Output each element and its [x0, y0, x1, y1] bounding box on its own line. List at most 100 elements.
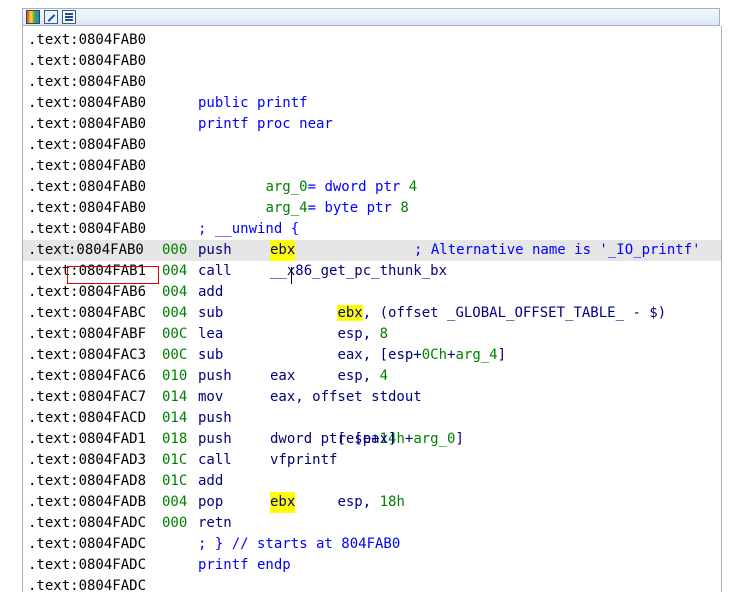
edit-icon[interactable]	[44, 10, 58, 24]
current-listing-line[interactable]: .text :0804FAB0 000 push ebx ; Alternati…	[23, 240, 721, 261]
line-address: .text:0804FAB0	[28, 137, 147, 153]
line-address: .text:0804FAB0	[28, 221, 147, 237]
listing-line[interactable]: .text:0804FADC printf endp	[23, 555, 721, 576]
listing-line[interactable]: .text:0804FAB0 public printf	[23, 93, 721, 114]
view-toolbar	[22, 8, 720, 26]
listing-line[interactable]: .text:0804FAB0	[23, 30, 721, 51]
stack-offset: 01C	[162, 452, 188, 468]
line-address: .text:0804FAC6	[28, 368, 147, 384]
line-address: .text:0804FAD3	[28, 452, 147, 468]
mnemonic[interactable]: mov	[198, 387, 223, 408]
public-directive[interactable]: public printf	[198, 93, 308, 114]
listing-line[interactable]: .text:0804FADC 000 retn	[23, 513, 721, 534]
mnemonic[interactable]: pop	[198, 492, 223, 513]
line-address: .text:0804FABC	[28, 305, 147, 321]
operand[interactable]: vfprintf	[270, 450, 337, 471]
operand[interactable]: eax	[270, 366, 295, 387]
listing-icon[interactable]	[62, 10, 76, 24]
line-address: .text:0804FADB	[28, 494, 147, 510]
stack-offset: 004	[162, 284, 188, 300]
line-address: .text:0804FACD	[28, 410, 147, 426]
listing-line[interactable]: .text:0804FAB6 004 add ebx, (offset _GLO…	[23, 282, 721, 321]
line-address: .text:0804FAC3	[28, 347, 147, 363]
listing-line[interactable]: .text:0804FAB0	[23, 198, 721, 219]
palette-icon[interactable]	[26, 10, 40, 24]
listing-line[interactable]: .text:0804FAB0 printf proc near	[23, 114, 721, 135]
mnemonic[interactable]: push	[198, 366, 232, 387]
operand-highlighted[interactable]: ebx	[270, 240, 296, 261]
line-address: .text:0804FAB0	[28, 53, 147, 69]
mnemonic[interactable]: push	[198, 408, 232, 429]
listing-line[interactable]: .text:0804FAB0 ; __unwind {	[23, 219, 721, 240]
listing-line[interactable]: .text:0804FACD 014 push [esp+14h+arg_0]	[23, 408, 721, 447]
proc-directive[interactable]: printf proc near	[198, 114, 333, 135]
stack-offset: 000	[162, 515, 188, 531]
stack-offset: 010	[162, 368, 188, 384]
line-address: .text:0804FAB6	[28, 284, 147, 300]
listing-line[interactable]: .text:0804FAC3 00C sub esp, 4	[23, 345, 721, 384]
line-address: .text:0804FAB0	[28, 95, 147, 111]
stack-offset: 004	[162, 305, 188, 321]
line-comment: ; Alternative name is '_IO_printf'	[414, 242, 701, 258]
listing-line[interactable]: .text:0804FAB0 arg_4= byte ptr 8	[23, 177, 721, 216]
mnemonic[interactable]: add	[198, 282, 223, 303]
listing-line[interactable]: .text:0804FAB0	[23, 72, 721, 93]
mnemonic[interactable]: retn	[198, 513, 232, 534]
mnemonic[interactable]: lea	[198, 324, 223, 345]
line-address: .text:0804FAB0	[28, 74, 147, 90]
mnemonic[interactable]: call	[198, 261, 232, 282]
listing-line[interactable]: .text:0804FAD3 01C call vfprintf	[23, 450, 721, 471]
listing-line[interactable]: .text:0804FAD8 01C add esp, 18h	[23, 471, 721, 510]
operand[interactable]: dword ptr [eax]	[270, 429, 396, 450]
line-address: .text:0804FAC7	[28, 389, 147, 405]
line-address: .text:0804FADC	[28, 578, 147, 592]
line-address: .text:0804FADC	[28, 515, 147, 531]
listing-line[interactable]: .text:0804FAC7 014 mov eax, offset stdou…	[23, 387, 721, 408]
line-address: .text:0804FAD8	[28, 473, 147, 489]
stack-offset: 00C	[162, 347, 188, 363]
listing-line[interactable]: .text:0804FABC 004 sub esp, 8	[23, 303, 721, 342]
listing-line[interactable]: .text:0804FADC	[23, 576, 721, 592]
stack-offset: 004	[162, 263, 188, 279]
listing-line[interactable]: .text:0804FAC6 010 push eax	[23, 366, 721, 387]
line-address: .text:0804FAB0	[28, 32, 147, 48]
line-address: .text:0804FAB0	[28, 200, 147, 216]
mnemonic[interactable]: add	[198, 471, 223, 492]
mnemonic[interactable]: sub	[198, 345, 223, 366]
listing-line[interactable]: .text:0804FAB0	[23, 51, 721, 72]
stack-offset: 018	[162, 431, 188, 447]
line-address: .text:0804FAB1	[28, 263, 147, 279]
unwind-end-comment: ; } // starts at 804FAB0	[198, 536, 401, 552]
listing-line[interactable]: .text:0804FAB0	[23, 135, 721, 156]
mnemonic[interactable]: sub	[198, 303, 223, 324]
selected-address[interactable]: :0804FAB0	[68, 240, 144, 261]
stack-offset: 000	[162, 242, 188, 258]
line-address: .text:0804FAD1	[28, 431, 147, 447]
mnemonic[interactable]: call	[198, 450, 232, 471]
mnemonic[interactable]: push	[198, 429, 232, 450]
line-address: .text:0804FAB0	[28, 179, 147, 195]
listing-line[interactable]: .text:0804FABF 00C lea eax, [esp+0Ch+arg…	[23, 324, 721, 363]
line-address: .text:0804FAB0	[28, 116, 147, 132]
stack-offset: 01C	[162, 473, 188, 489]
line-segment: .text	[28, 242, 71, 258]
operand[interactable]: eax, offset stdout	[270, 387, 422, 408]
listing-line[interactable]: .text:0804FAB0 arg_0= dword ptr 4	[23, 156, 721, 195]
line-address: .text:0804FABF	[28, 326, 147, 342]
line-address: .text:0804FAB0	[28, 158, 147, 174]
stack-offset: 014	[162, 410, 188, 426]
listing-line[interactable]: .text:0804FAD1 018 push dword ptr [eax]	[23, 429, 721, 450]
line-address: .text:0804FADC	[28, 557, 147, 573]
operand-highlighted[interactable]: ebx	[270, 492, 296, 513]
operand[interactable]: __x86_get_pc_thunk_bx	[270, 261, 447, 282]
endp-directive[interactable]: printf endp	[198, 555, 291, 576]
disassembly-listing[interactable]: .text:0804FAB0 .text:0804FAB0 .text:0804…	[22, 26, 722, 592]
listing-line[interactable]: .text:0804FAB1 004 call __x86_get_pc_thu…	[23, 261, 721, 282]
listing-line[interactable]: .text:0804FADB 004 pop ebx	[23, 492, 721, 513]
mnemonic[interactable]: push	[198, 240, 232, 261]
unwind-comment: ; __unwind {	[198, 221, 300, 237]
text-caret	[291, 267, 292, 284]
stack-offset: 014	[162, 389, 188, 405]
listing-line[interactable]: .text:0804FADC ; } // starts at 804FAB0	[23, 534, 721, 555]
stack-offset: 004	[162, 494, 188, 510]
